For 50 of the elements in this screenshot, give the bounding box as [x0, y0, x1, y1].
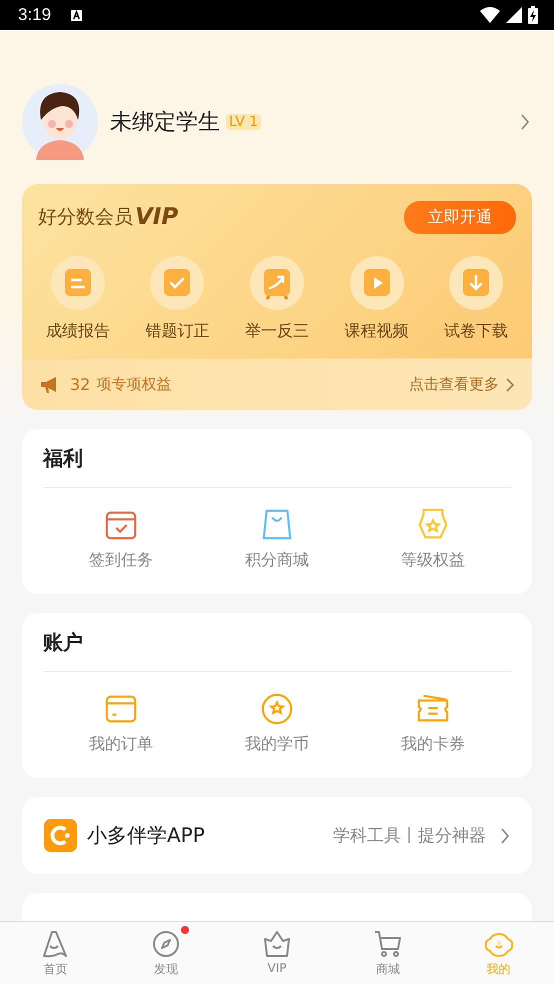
tab[interactable]: VIP	[222, 922, 332, 984]
tab-icon	[372, 929, 403, 959]
feature-label[interactable]: 试卷下载	[444, 321, 508, 342]
user-name[interactable]: 未绑定学生	[110, 107, 220, 137]
signal-icon	[506, 7, 522, 23]
wifi-icon	[480, 7, 500, 23]
notification-dot	[181, 926, 190, 934]
level-badge: LV 1	[226, 114, 262, 130]
feature-icon[interactable]	[150, 256, 204, 310]
chevron-right-icon[interactable]	[520, 113, 530, 131]
menu-icon[interactable]	[260, 508, 294, 542]
vip-logo: VIP	[135, 204, 178, 230]
see-more-link[interactable]: 点击查看更多	[409, 375, 499, 394]
feature-label[interactable]: 错题订正	[145, 321, 210, 342]
tab-icon	[151, 929, 182, 959]
avatar-icon[interactable]	[22, 84, 98, 160]
tab[interactable]: 首页	[0, 922, 111, 984]
battery-icon	[528, 6, 538, 24]
vip-title: 好分数会员	[38, 205, 133, 230]
menu-icon[interactable]	[260, 692, 294, 726]
app-tagline: 学科工具丨提分神器	[333, 825, 486, 847]
status-time: 3:19	[18, 5, 52, 25]
feature-icon[interactable]	[449, 256, 504, 310]
notification-icon	[71, 10, 82, 20]
app-logo-icon	[44, 819, 77, 852]
feature-icon[interactable]	[350, 256, 404, 310]
app-promo-card[interactable]: 小多伴学APP 学科工具丨提分神器	[22, 797, 532, 874]
feature-icon[interactable]	[50, 256, 105, 310]
section-title: 账户	[42, 629, 84, 656]
menu-label[interactable]: 积分商城	[245, 550, 309, 571]
app-name[interactable]: 小多伴学APP	[87, 822, 205, 849]
menu-label[interactable]: 我的学币	[245, 734, 309, 755]
tab[interactable]: 发现	[110, 922, 222, 984]
benefit-text: 项专项权益	[96, 375, 172, 394]
menu-label[interactable]: 我的卡券	[401, 734, 465, 755]
tab[interactable]: 我的	[443, 922, 554, 984]
feature-icon[interactable]	[250, 256, 304, 310]
feature-label[interactable]: 举一反三	[244, 321, 309, 342]
feature-label[interactable]: 成绩报告	[46, 321, 110, 342]
tab-icon	[262, 929, 292, 959]
menu-label[interactable]: 我的订单	[89, 734, 153, 755]
menu-label[interactable]: 签到任务	[89, 550, 153, 571]
feature-label[interactable]: 课程视频	[344, 321, 409, 342]
activate-button[interactable]: 立即开通	[404, 200, 516, 234]
tab[interactable]: 商城	[332, 922, 444, 984]
chevron-right-icon[interactable]	[500, 826, 510, 844]
benefit-count: 32	[70, 375, 90, 394]
menu-label[interactable]: 等级权益	[401, 550, 465, 571]
section-title: 福利	[41, 445, 84, 472]
chevron-right-icon[interactable]	[506, 378, 514, 392]
